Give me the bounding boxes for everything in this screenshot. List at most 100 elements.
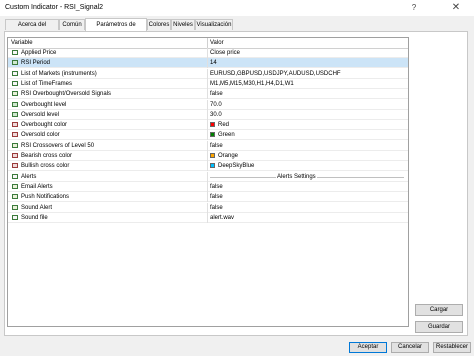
column-divider [207,68,208,79]
color-swatch [210,122,215,128]
parameter-value[interactable]: false [210,184,223,190]
header-divider[interactable] [207,38,208,48]
parameter-row[interactable]: Push Notifications false [8,192,408,203]
tab-input-parameters[interactable]: Parámetros de entrada [85,18,147,40]
column-divider [207,192,208,203]
parameter-name: Push Notifications [21,194,70,201]
parameter-name: RSI Overbought/Oversold Signals [21,91,112,98]
parameter-value[interactable]: alert.wav [210,215,234,221]
parameter-value[interactable]: false [210,143,223,149]
column-divider [207,140,208,151]
parameter-value[interactable]: Close price [210,50,240,56]
column-divider [207,181,208,192]
parameter-type-icon [12,60,18,66]
parameter-row[interactable]: RSI Overbought/Oversold Signals false [8,89,408,100]
parameter-row[interactable]: Oversold level 30.0 [8,109,408,120]
parameter-row[interactable]: Alerts Alerts Settings [8,171,408,182]
column-divider [207,99,208,110]
header-variable[interactable]: Variable [11,40,33,46]
parameter-value[interactable]: M1,M5,M15,M30,H1,H4,D1,W1 [210,81,294,87]
ok-button[interactable]: Aceptar [349,342,387,353]
parameter-row[interactable]: Bullish cross color DeepSkyBlue [8,161,408,172]
column-divider [207,109,208,120]
parameter-type-icon [12,91,18,97]
help-icon[interactable]: ? [409,3,419,12]
parameter-name: Oversold level [21,111,60,118]
color-swatch [210,163,215,169]
parameter-name: Overbought color [21,122,68,129]
parameter-value[interactable]: Red [218,122,229,128]
parameters-grid[interactable]: Variable Valor Applied Price Close price R… [7,37,409,327]
group-separator-label: Alerts Settings [276,173,317,180]
header-value[interactable]: Valor [210,40,224,46]
parameter-row[interactable]: Overbought color Red [8,120,408,131]
parameter-name: Email Alerts [21,183,53,190]
parameter-type-icon [12,132,18,138]
parameter-value[interactable]: false [210,91,223,97]
parameter-row[interactable]: Bearish cross color Orange [8,151,408,161]
parameter-row[interactable]: Oversold color Green [8,130,408,141]
parameter-type-icon [12,111,18,117]
load-button[interactable]: Cargar [415,304,463,316]
tab-common[interactable]: Común [59,19,85,30]
parameter-name: List of TimeFrames [21,80,73,87]
parameter-row[interactable]: List of Markets (instruments) EURUSD,GBPU… [8,68,408,79]
column-divider [207,202,208,213]
tab-colors[interactable]: Colores [147,19,171,30]
parameter-name: Alerts [21,173,37,180]
parameter-type-icon [12,101,18,107]
parameter-value[interactable]: false [210,205,223,211]
parameter-row[interactable]: RSI Period 14 [8,58,408,69]
parameter-name: RSI Crossovers of Level 50 [21,142,95,149]
tab-levels[interactable]: Niveles [171,19,195,30]
color-swatch [210,132,215,138]
parameter-name: Oversold color [21,132,60,139]
parameter-row[interactable]: RSI Crossovers of Level 50 false [8,140,408,151]
parameter-type-icon [12,50,18,55]
column-divider [207,89,208,100]
column-divider [207,120,208,131]
parameter-name: Bullish cross color [21,163,70,170]
parameter-value[interactable]: 30.0 [210,112,222,118]
parameter-type-icon [12,70,18,76]
parameter-value[interactable]: 14 [210,60,217,66]
parameter-value[interactable]: Green [218,132,235,138]
parameter-name: List of Markets (instruments) [21,70,97,77]
tab-about[interactable]: Acerca del programa [5,19,59,39]
parameter-type-icon [12,80,18,86]
parameter-row[interactable]: Applied Price Close price [8,48,408,58]
parameter-value[interactable]: 70.0 [210,102,222,108]
reset-button[interactable]: Restablecer [433,342,471,353]
title-bar: Custom Indicator - RSI_Signal2 ? ✕ [0,0,474,16]
parameter-row[interactable]: Overbought level 70.0 [8,99,408,110]
tab-visualization[interactable]: Visualización [195,19,233,30]
parameter-value[interactable]: DeepSkyBlue [218,163,254,169]
parameter-name: RSI Period [21,60,51,67]
parameter-type-icon [12,122,18,128]
parameter-name: Bearish cross color [21,153,73,159]
parameter-value[interactable]: false [210,194,223,200]
parameter-type-icon [12,183,18,189]
window-title: Custom Indicator - RSI_Signal2 [5,4,104,11]
parameter-row[interactable]: List of TimeFrames M1,M5,M15,M30,H1,H4,D1… [8,78,408,89]
column-divider [207,130,208,141]
parameter-row[interactable]: Sound Alert false [8,202,408,213]
parameter-type-icon [12,194,18,200]
parameter-value[interactable]: Orange [218,153,238,159]
cancel-button[interactable]: Cancelar [391,342,429,353]
parameter-value[interactable]: EURUSD,GBPUSD,USDJPY,AUDUSD,USDCHF [210,71,341,77]
parameter-type-icon [12,173,18,179]
close-icon[interactable]: ✕ [450,2,462,13]
column-divider [207,171,208,182]
column-divider [207,151,208,161]
parameter-type-icon [12,204,18,210]
parameter-row[interactable]: Email Alerts false [8,181,408,192]
parameter-name: Overbought level [21,101,67,108]
parameter-name: Sound file [21,214,48,221]
parameter-type-icon [12,214,18,220]
parameter-type-icon [12,142,18,148]
save-button[interactable]: Guardar [415,321,463,333]
column-divider [207,48,208,58]
parameter-row[interactable]: Sound file alert.wav [8,212,408,223]
parameter-name: Applied Price [21,50,57,56]
